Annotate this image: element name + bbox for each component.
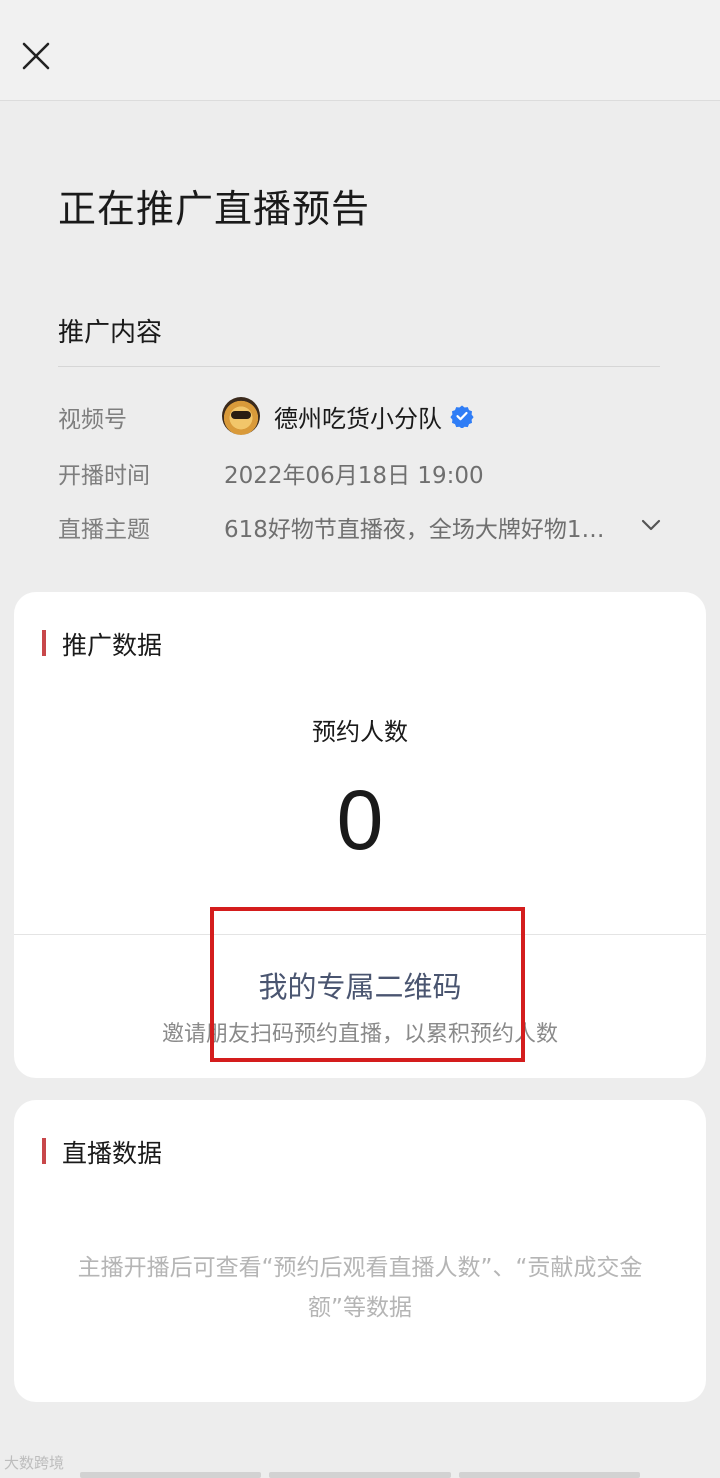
live-data-card: 直播数据 主播开播后可查看“预约后观看直播人数”、“贡献成交金额”等数据 — [14, 1100, 706, 1402]
channel-avatar — [222, 397, 260, 435]
channel-info[interactable]: 德州吃货小分队 — [222, 396, 474, 436]
bottom-bar — [458, 1472, 640, 1478]
promo-content-title: 推广内容 — [58, 318, 163, 348]
highlight-box — [210, 907, 525, 1062]
watermark: 大数跨境 — [4, 1454, 65, 1472]
verified-badge-icon — [450, 405, 474, 428]
bottom-bar — [269, 1472, 451, 1478]
channel-name: 德州吃货小分队 — [274, 404, 442, 433]
section-divider — [58, 366, 660, 367]
page-title: 正在推广直播预告 — [58, 187, 371, 231]
topic-value: 618好物节直播夜，全场大牌好物1… — [224, 517, 605, 543]
topic-label: 直播主题 — [58, 517, 150, 543]
close-icon[interactable] — [18, 38, 54, 74]
live-data-heading: 直播数据 — [42, 1134, 162, 1170]
bottom-bars — [80, 1472, 640, 1478]
start-time-label: 开播时间 — [58, 463, 150, 489]
promo-data-heading: 推广数据 — [42, 626, 162, 662]
live-data-note: 主播开播后可查看“预约后观看直播人数”、“贡献成交金额”等数据 — [77, 1255, 643, 1321]
top-bar — [0, 0, 720, 101]
reservation-count-value: 0 — [336, 773, 384, 867]
bottom-bar — [80, 1472, 262, 1478]
start-time-value: 2022年06月18日 19:00 — [224, 463, 484, 489]
channel-label: 视频号 — [58, 407, 127, 433]
reservation-count-label: 预约人数 — [312, 718, 408, 746]
chevron-down-icon[interactable] — [640, 514, 662, 536]
